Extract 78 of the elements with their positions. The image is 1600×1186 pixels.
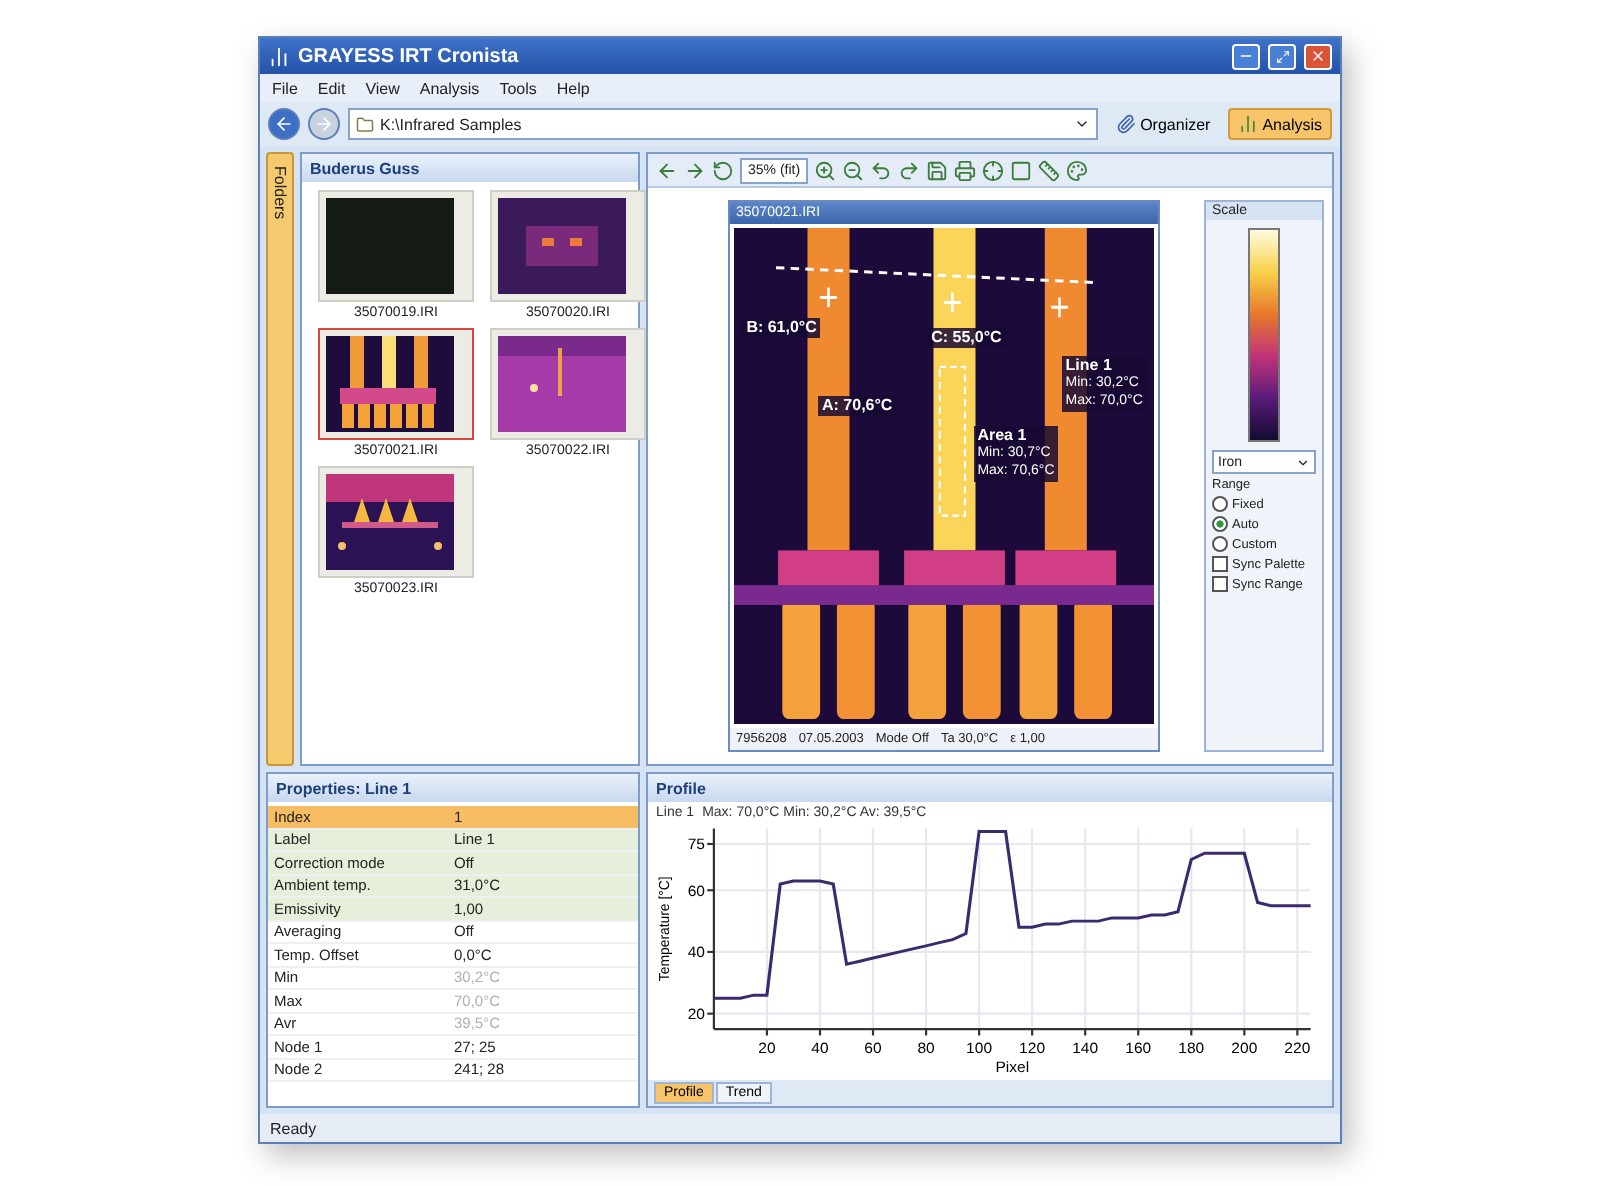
address-field[interactable]: K:\Infrared Samples (348, 108, 1099, 140)
maximize-icon (1275, 49, 1289, 63)
app-logo-icon (268, 45, 290, 67)
status-text: Ready (270, 1119, 317, 1137)
menu-item[interactable]: Analysis (419, 79, 480, 97)
radio-icon[interactable] (1212, 496, 1228, 512)
spot-marker-icon (1049, 296, 1070, 319)
x-tick-label: 40 (811, 1038, 829, 1057)
menu-item[interactable]: View (365, 79, 400, 97)
arrow-right-icon[interactable] (684, 159, 706, 181)
dropdown-caret-icon[interactable] (1074, 116, 1091, 132)
annotation-label: Line 1 (1065, 356, 1114, 375)
forward-button[interactable] (308, 108, 340, 140)
save-icon[interactable] (926, 159, 949, 181)
thermal-thumbnail-drawing (498, 198, 626, 294)
dropdown-caret-icon (1296, 455, 1310, 469)
thermal-thumbnail-drawing (326, 474, 454, 570)
arrow-left-icon (274, 114, 294, 134)
rotate-icon[interactable] (712, 159, 734, 181)
mode-button[interactable]: Organizer (1106, 108, 1221, 140)
spot-marker-icon (942, 291, 963, 314)
menu-item[interactable]: File (272, 79, 298, 97)
back-button[interactable] (268, 108, 300, 140)
annotation-label: A: 70,6°C (822, 396, 893, 417)
annotation-label: Area 1 (977, 426, 1029, 445)
x-tick-label: 80 (917, 1038, 935, 1057)
panel-header: Buderus Guss (302, 154, 638, 182)
x-tick-label: 140 (1072, 1038, 1099, 1057)
thermal-thumbnail-drawing (326, 198, 454, 294)
arrow-left-icon[interactable] (656, 159, 678, 181)
zoom-in-icon[interactable] (814, 159, 837, 181)
redo-icon[interactable] (898, 159, 921, 181)
undo-icon[interactable] (870, 159, 893, 181)
menu-item[interactable]: Help (556, 79, 590, 97)
thumbnail-card[interactable] (318, 328, 474, 440)
close-icon (1310, 48, 1326, 64)
paperclip-icon (1116, 114, 1137, 134)
zoom-out-icon[interactable] (842, 159, 865, 181)
radio-icon[interactable] (1212, 516, 1228, 532)
radio-icon[interactable] (1212, 536, 1228, 552)
y-tick-label: 75 (687, 835, 705, 854)
x-tick-label: 100 (966, 1038, 993, 1057)
menu-item[interactable]: Edit (317, 79, 346, 97)
minimize-button[interactable] (1232, 43, 1260, 69)
folder-icon (356, 115, 374, 133)
annotation-label: B: 61,0°C (746, 317, 817, 338)
window-title: GRAYESS IRT Cronista (298, 45, 521, 67)
x-axis-label: Pixel (995, 1058, 1030, 1076)
ruler-icon[interactable] (1038, 159, 1061, 181)
spot-marker-icon (818, 286, 839, 309)
x-tick-label: 200 (1231, 1038, 1258, 1057)
y-tick-label: 40 (687, 943, 705, 962)
arrow-right-icon (314, 114, 334, 134)
thermal-thumbnail-drawing (498, 336, 626, 432)
crosshair-icon[interactable] (982, 159, 1005, 181)
y-tick-label: 60 (687, 881, 705, 900)
menu-item[interactable]: Tools (499, 79, 537, 97)
palette-icon[interactable] (1066, 159, 1089, 181)
panel-header: Properties: Line 1 (268, 774, 638, 802)
annotation-label: C: 55,0°C (931, 327, 1002, 348)
close-button[interactable] (1304, 43, 1332, 69)
rectangle-icon[interactable] (1010, 159, 1033, 181)
printer-icon[interactable] (954, 159, 977, 181)
x-tick-label: 220 (1284, 1038, 1311, 1057)
thermal-thumbnail-drawing (326, 336, 454, 432)
side-tab[interactable]: Folders (266, 152, 294, 766)
mode-button[interactable]: Analysis (1228, 108, 1332, 140)
x-tick-label: 180 (1178, 1038, 1205, 1057)
maximize-button[interactable] (1268, 43, 1296, 69)
chart-icon (1238, 114, 1259, 134)
x-tick-label: 20 (758, 1038, 776, 1057)
checkbox[interactable] (1212, 556, 1228, 572)
x-tick-label: 160 (1125, 1038, 1152, 1057)
y-tick-label: 20 (687, 1005, 705, 1023)
panel-header: Profile (648, 774, 1332, 802)
checkbox[interactable] (1212, 576, 1228, 592)
x-tick-label: 120 (1019, 1038, 1046, 1057)
x-tick-label: 60 (864, 1038, 882, 1057)
